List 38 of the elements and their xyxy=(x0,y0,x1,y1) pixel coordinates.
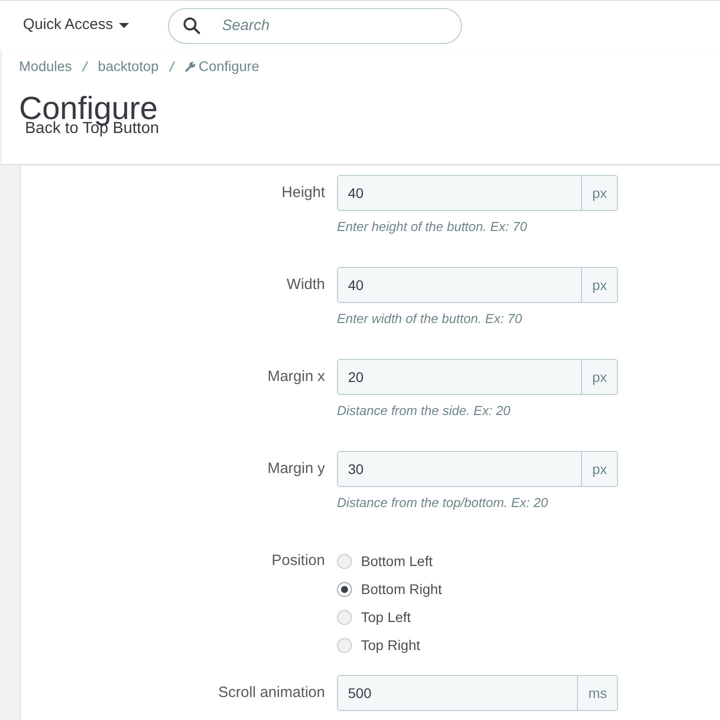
caret-icon xyxy=(119,23,130,28)
unit-addon: ms xyxy=(578,675,618,711)
radio-button[interactable] xyxy=(337,582,352,596)
search-field[interactable]: Search xyxy=(168,8,462,44)
breadcrumb-current: Configure xyxy=(198,56,260,76)
radio-button[interactable] xyxy=(337,638,352,652)
input-field[interactable]: 20 xyxy=(337,359,582,395)
field-label: Height xyxy=(282,183,325,203)
option-label[interactable]: Top Left xyxy=(361,606,411,628)
radio-button[interactable] xyxy=(337,554,352,568)
field-label: Scroll animation xyxy=(218,683,325,703)
unit-addon: px xyxy=(582,451,618,487)
breadcrumb-link[interactable]: Modules xyxy=(19,56,72,76)
input-field[interactable]: 40 xyxy=(337,175,582,211)
unit-addon: px xyxy=(582,267,618,303)
input-field[interactable]: 30 xyxy=(337,451,582,487)
quick-access-menu[interactable]: Quick Access xyxy=(23,14,130,37)
radio-button[interactable] xyxy=(337,610,352,624)
field-label: Width xyxy=(286,275,325,295)
help-text: Distance from the top/bottom. Ex: 20 xyxy=(337,494,548,512)
option-label[interactable]: Bottom Left xyxy=(361,550,433,572)
help-text: Enter height of the button. Ex: 70 xyxy=(337,218,528,236)
slash-icon xyxy=(82,60,88,72)
field-label: Margin x xyxy=(267,367,325,387)
input-field[interactable]: 500 xyxy=(337,675,578,711)
field-label: Margin y xyxy=(267,459,325,479)
help-text: Distance from the side. Ex: 20 xyxy=(337,402,510,420)
field-label: Position xyxy=(272,551,325,571)
search-icon xyxy=(183,16,200,34)
help-text: Enter width of the button. Ex: 70 xyxy=(337,310,522,328)
option-label[interactable]: Bottom Right xyxy=(361,578,442,600)
breadcrumb-link[interactable]: backtotop xyxy=(98,56,159,76)
input-field[interactable]: 40 xyxy=(337,267,582,303)
wrench-icon xyxy=(184,60,196,72)
unit-addon: px xyxy=(582,175,618,211)
option-label[interactable]: Top Right xyxy=(361,634,420,656)
unit-addon: px xyxy=(582,359,618,395)
slash-icon xyxy=(168,60,175,72)
